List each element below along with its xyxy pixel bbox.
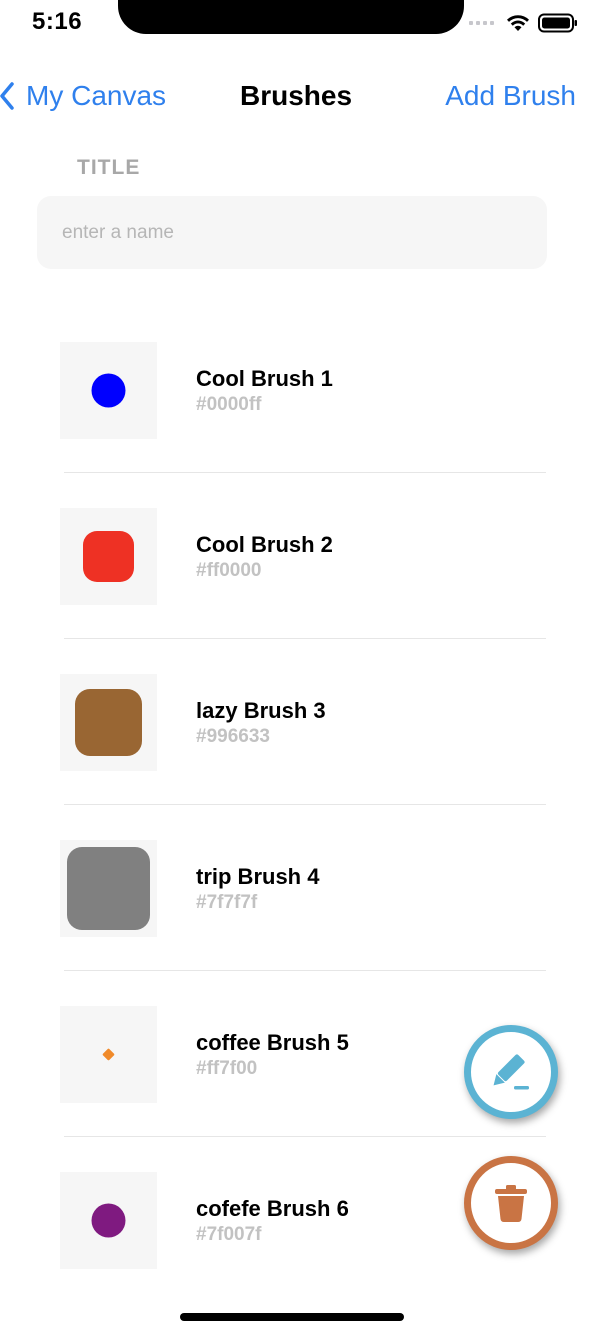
brush-name: coffee Brush 5 bbox=[196, 1030, 349, 1055]
brush-color-diamond-icon bbox=[102, 1048, 115, 1061]
brush-name: cofefe Brush 6 bbox=[196, 1196, 349, 1221]
brush-row[interactable]: trip Brush 4 #7f7f7f bbox=[0, 840, 592, 1006]
home-indicator bbox=[180, 1313, 404, 1321]
delete-brush-button[interactable] bbox=[464, 1156, 558, 1250]
brush-hex: #ff7f00 bbox=[196, 1058, 258, 1079]
divider bbox=[64, 472, 546, 473]
brush-name: lazy Brush 3 bbox=[196, 698, 326, 723]
brush-row[interactable]: Cool Brush 2 #ff0000 bbox=[0, 508, 592, 674]
status-time: 5:16 bbox=[32, 8, 83, 35]
brush-color-circle-icon bbox=[91, 1203, 126, 1238]
trash-icon bbox=[495, 1185, 527, 1222]
brush-name: trip Brush 4 bbox=[196, 864, 320, 889]
title-field-label: TITLE bbox=[77, 156, 141, 179]
brush-swatch bbox=[60, 342, 157, 439]
brush-swatch bbox=[60, 1006, 157, 1103]
brush-name: Cool Brush 2 bbox=[196, 532, 333, 557]
brush-swatch bbox=[60, 1172, 157, 1269]
chevron-left-icon bbox=[0, 82, 14, 110]
divider bbox=[64, 638, 546, 639]
add-brush-button[interactable]: Add Brush bbox=[445, 76, 576, 116]
brush-row[interactable]: lazy Brush 3 #996633 bbox=[0, 674, 592, 840]
divider bbox=[64, 804, 546, 805]
brush-name: Cool Brush 1 bbox=[196, 366, 333, 391]
brush-hex: #7f7f7f bbox=[196, 892, 258, 913]
brush-swatch bbox=[60, 674, 157, 771]
device-notch bbox=[118, 0, 464, 34]
brush-hex: #0000ff bbox=[196, 394, 262, 415]
app-screen: 5:16 My Canvas Brushes Add Brush TITLE e… bbox=[0, 0, 592, 1326]
pencil-icon bbox=[493, 1054, 529, 1090]
brush-color-circle-icon bbox=[91, 373, 126, 408]
divider bbox=[64, 970, 546, 971]
divider bbox=[64, 1136, 546, 1137]
back-label: My Canvas bbox=[26, 80, 167, 111]
back-button[interactable]: My Canvas bbox=[0, 76, 166, 116]
brush-row[interactable]: Cool Brush 1 #0000ff bbox=[0, 342, 592, 508]
brush-swatch bbox=[60, 508, 157, 605]
edit-brush-button[interactable] bbox=[464, 1025, 558, 1119]
brush-hex: #7f007f bbox=[196, 1224, 262, 1245]
name-input[interactable] bbox=[37, 196, 547, 269]
wifi-icon bbox=[507, 15, 529, 31]
brush-hex: #ff0000 bbox=[196, 560, 262, 581]
brush-color-square-icon bbox=[67, 847, 150, 930]
cellular-signal-icon bbox=[469, 21, 494, 25]
brush-swatch bbox=[60, 840, 157, 937]
brush-color-square-icon bbox=[75, 689, 142, 756]
brush-color-square-icon bbox=[83, 531, 134, 582]
status-icons bbox=[469, 10, 578, 36]
brush-hex: #996633 bbox=[196, 726, 270, 747]
battery-icon bbox=[538, 13, 577, 33]
